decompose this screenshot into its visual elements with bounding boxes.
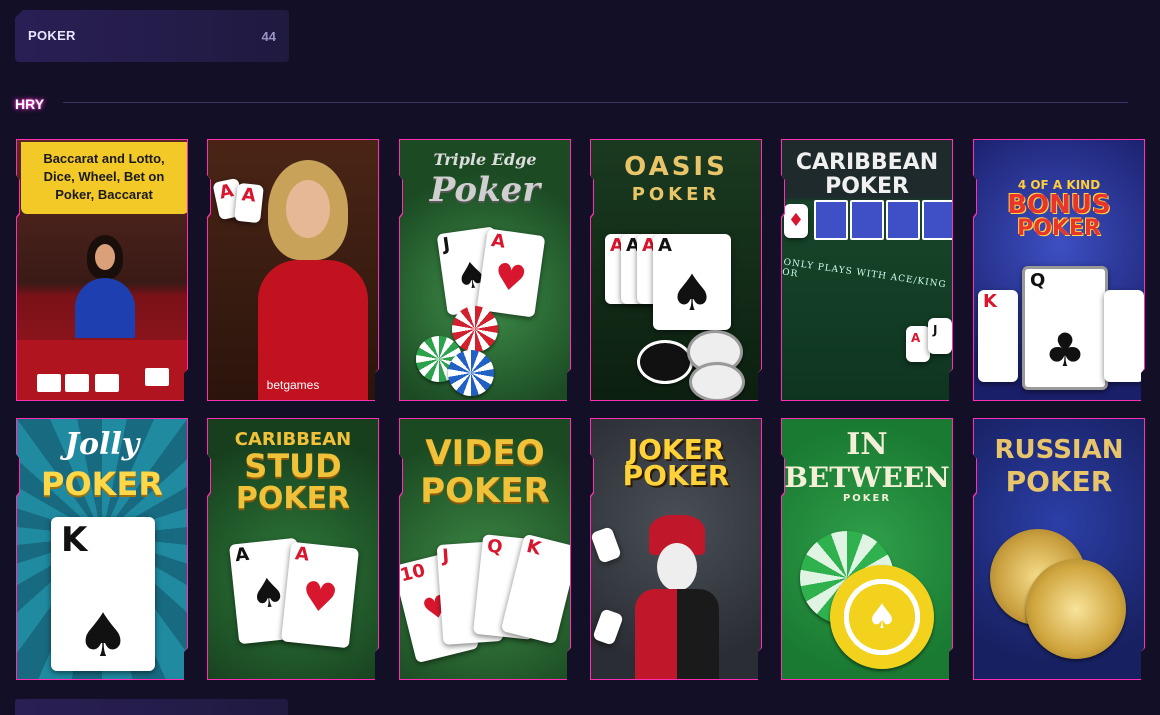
game-title: OASIS (624, 152, 728, 182)
game-title: CARIBBEAN (795, 150, 939, 175)
game-subtitle-2: POKER (842, 493, 892, 504)
category-label: POKER (28, 28, 76, 43)
game-tile-betgames-poker[interactable]: A A betgames (207, 139, 379, 401)
game-subtitle: POKER (825, 174, 909, 199)
game-tile-joker-poker[interactable]: JOKER POKER (590, 418, 762, 680)
card-jack: J (928, 318, 952, 354)
game-tile-caribbean[interactable]: CARIBBEAN POKER ♦ ONLY PLAYS WITH ACE/KI… (781, 139, 953, 401)
section-header: HRY (15, 94, 1132, 114)
game-title: IN (846, 427, 888, 462)
spade-icon: ♠ (866, 597, 898, 637)
game-subtitle: STUD (244, 447, 342, 485)
card-ace-heart: A ♥ (280, 541, 360, 649)
card-small (592, 608, 624, 646)
category-count: 44 (261, 29, 276, 44)
game-tile-russian[interactable]: RUSSIAN POKER (973, 418, 1145, 680)
game-title: Triple Edge (433, 150, 537, 169)
card-ace-heart: A (234, 182, 264, 224)
game-tile-oasis[interactable]: OASIS POKER A A A A ♠ (590, 139, 762, 401)
game-title: Jolly (64, 427, 140, 462)
game-tile-video-poker[interactable]: VIDEO POKER 10 ♥ J Q K (399, 418, 571, 680)
card-small (591, 526, 622, 564)
game-subtitle: POKER (41, 465, 163, 503)
card-ace-heart: A ♥ (476, 228, 546, 318)
game-subtitle: BETWEEN (784, 461, 950, 494)
game-tile-triple-edge[interactable]: Triple Edge Poker J ♠ A ♥ (399, 139, 571, 401)
game-tile-caribbean-stud[interactable]: CARIBBEAN STUD POKER A ♠ A ♥ (207, 418, 379, 680)
provider-logo: betgames (266, 378, 320, 392)
card-queen-club: Q ♣ (1022, 266, 1108, 390)
game-title: RUSSIAN (994, 435, 1124, 465)
game-banner: Baccarat and Lotto, Dice, Wheel, Bet on … (43, 151, 165, 202)
game-tile-jolly[interactable]: Jolly POKER K ♠ (16, 418, 188, 680)
game-subtitle: Poker (429, 170, 541, 210)
card-queen (1104, 290, 1144, 382)
game-subtitle-2: POKER (235, 481, 351, 516)
felt-text: ONLY PLAYS WITH ACE/KING OR (782, 257, 948, 291)
game-subtitle-2: POKER (1017, 216, 1101, 241)
game-title: VIDEO (425, 433, 545, 473)
category-chip-poker[interactable]: POKER 44 (15, 10, 289, 62)
game-subtitle: POKER (622, 459, 730, 492)
game-tile-baccarat-lotto[interactable]: Baccarat and Lotto, Dice, Wheel, Bet on … (16, 139, 188, 401)
card-ace-spade: A ♠ (653, 234, 731, 330)
game-subtitle: POKER (631, 184, 721, 205)
game-tile-bonus-poker[interactable]: 4 OF A KIND BONUS POKER K Q ♣ (973, 139, 1145, 401)
section-divider (63, 102, 1128, 103)
card-king-spade: K ♠ (51, 517, 155, 671)
card-ace: A (906, 326, 930, 362)
next-category-chip[interactable] (15, 699, 288, 715)
game-tile-in-between[interactable]: IN BETWEEN POKER ♠ (781, 418, 953, 680)
game-subtitle: POKER (420, 471, 550, 511)
card-diamond: ♦ (784, 204, 808, 238)
section-title: HRY (15, 96, 45, 112)
game-subtitle: POKER (1005, 465, 1113, 498)
card-king: K (978, 290, 1018, 382)
